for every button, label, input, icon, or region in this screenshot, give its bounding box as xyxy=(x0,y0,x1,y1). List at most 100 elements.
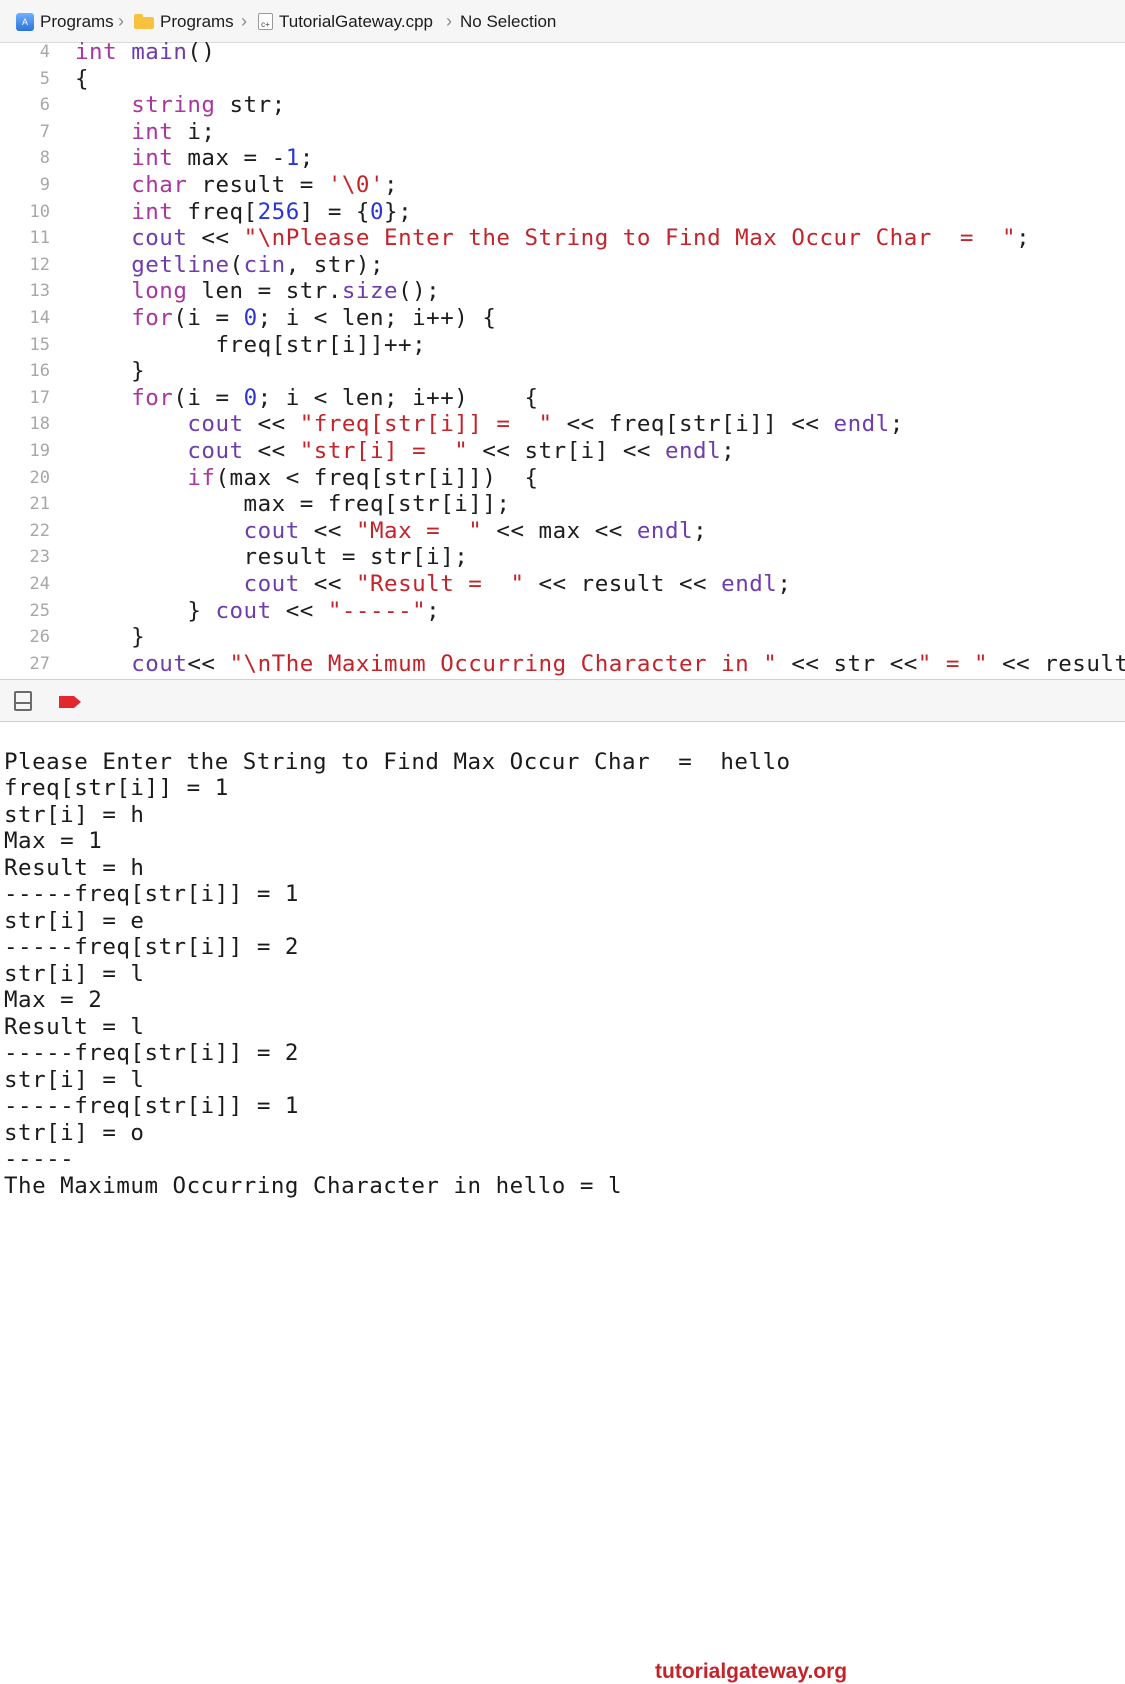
code-token: ; xyxy=(1016,225,1031,252)
code-token: << xyxy=(243,438,300,464)
code-line[interactable]: 21 max = freq[str[i]]; xyxy=(0,491,1125,518)
code-line[interactable]: 10 int freq[256] = {0}; xyxy=(0,199,1125,226)
code-token: << freq[str[i]] << xyxy=(552,411,834,438)
code-line[interactable]: 15 freq[str[i]]++; xyxy=(0,332,1125,359)
line-number: 21 xyxy=(29,494,50,515)
breadcrumb-file[interactable]: c+ TutorialGateway.cpp xyxy=(258,0,433,43)
code-line[interactable]: 12 getline(cin, str); xyxy=(0,252,1125,279)
code-token: ] = { xyxy=(299,198,370,225)
cpp-file-icon: c+ xyxy=(258,13,273,30)
code-token: "-----" xyxy=(327,597,427,624)
code-line[interactable]: 19 cout << "str[i] = " << str[i] << endl… xyxy=(0,438,1125,465)
code-line[interactable]: 22 cout << "Max = " << max << endl; xyxy=(0,518,1125,545)
code-line[interactable]: 16 } xyxy=(0,358,1125,385)
breakpoint-toggle-icon[interactable] xyxy=(58,695,82,709)
breadcrumb-folder-label: Programs xyxy=(160,11,234,31)
code-line[interactable]: 4 int main() xyxy=(0,39,1125,66)
console-line: -----freq[str[i]] = 1 xyxy=(4,881,299,907)
line-number: 12 xyxy=(29,254,50,275)
console-line: -----freq[str[i]] = 2 xyxy=(4,1040,299,1066)
code-token: << xyxy=(187,225,244,252)
hide-debug-area-icon[interactable] xyxy=(14,691,32,711)
code-token: int xyxy=(131,198,174,225)
chevron-right-icon: › xyxy=(118,11,124,31)
code-line[interactable]: 11 cout << "\nPlease Enter the String to… xyxy=(0,225,1125,252)
console-line: Result = h xyxy=(4,854,145,881)
code-token: endl xyxy=(833,411,890,438)
code-text: } xyxy=(75,358,145,385)
code-token: } xyxy=(75,624,146,651)
code-token: cout xyxy=(243,517,300,544)
line-number: 27 xyxy=(29,653,50,674)
console-line: str[i] = l xyxy=(4,960,145,987)
code-line[interactable]: 20 if(max < freq[str[i]]) { xyxy=(0,465,1125,492)
code-token: max = - xyxy=(173,145,286,172)
code-text: cout<< "\nThe Maximum Occurring Characte… xyxy=(75,651,1125,678)
console-line: Max = 1 xyxy=(4,828,103,854)
code-token: getline xyxy=(131,251,230,278)
code-token: ; xyxy=(721,438,736,464)
code-token: result = xyxy=(187,172,328,198)
code-token: " = " xyxy=(917,650,989,677)
code-line[interactable]: 9 char result = '\0'; xyxy=(0,172,1125,199)
code-token: } xyxy=(75,597,216,624)
code-line[interactable]: 23 result = str[i]; xyxy=(0,544,1125,571)
code-line[interactable]: 17 for(i = 0; i < len; i++) { xyxy=(0,385,1125,412)
console-line: str[i] = o xyxy=(4,1119,145,1146)
code-line[interactable]: 7 int i; xyxy=(0,119,1125,146)
code-line[interactable]: 27 cout<< "\nThe Maximum Occurring Chara… xyxy=(0,651,1125,678)
code-token: ( xyxy=(229,251,244,278)
code-line[interactable]: 18 cout << "freq[str[i]] = " << freq[str… xyxy=(0,411,1125,438)
line-number: 22 xyxy=(29,520,50,541)
line-number: 16 xyxy=(29,361,50,382)
code-text: int i; xyxy=(75,119,215,146)
code-token: { xyxy=(75,65,90,92)
code-token: for xyxy=(131,384,174,411)
code-token: "\nThe Maximum Occurring Character in " xyxy=(229,650,778,677)
code-text: cout << "\nPlease Enter the String to Fi… xyxy=(75,225,1030,252)
code-token: << xyxy=(243,411,300,438)
code-token: << result; xyxy=(1002,650,1125,677)
code-line[interactable]: 26 } xyxy=(0,624,1125,651)
code-token: << xyxy=(299,517,356,544)
code-token: << max << xyxy=(482,517,637,544)
code-editor[interactable]: 4 int main() 5{6 string str; 7 int i; 8 int … xyxy=(0,39,1125,679)
line-number: 5 xyxy=(39,68,50,89)
breadcrumb-bar: A Programs › Programs › c+ TutorialGatew… xyxy=(0,0,1125,43)
code-text: char result = '\0'; xyxy=(75,172,398,199)
code-line[interactable]: 24 cout << "Result = " << result << endl… xyxy=(0,571,1125,598)
line-number: 15 xyxy=(29,334,50,355)
code-line[interactable]: 5{ xyxy=(0,66,1125,93)
code-line[interactable]: 6 string str; xyxy=(0,92,1125,119)
code-line[interactable]: 14 for(i = 0; i < len; i++) { xyxy=(0,305,1125,332)
code-token: char xyxy=(131,172,188,198)
code-token: "str[i] = " xyxy=(299,438,469,464)
code-line[interactable]: 8 int max = -1; xyxy=(0,145,1125,172)
console-line: str[i] = e xyxy=(4,907,145,934)
code-token: << xyxy=(299,571,356,597)
code-token: cout xyxy=(187,411,244,438)
console-output[interactable]: tutorialgateway.org Please Enter the Str… xyxy=(0,722,1125,1683)
code-token: len = str. xyxy=(187,278,342,305)
code-line[interactable]: 13 long len = str.size(); xyxy=(0,278,1125,305)
code-token: cout xyxy=(187,438,244,464)
line-number: 17 xyxy=(29,387,50,408)
code-token: << xyxy=(271,597,328,624)
breadcrumb-selection[interactable]: No Selection xyxy=(460,0,556,43)
debug-bar xyxy=(0,679,1125,722)
breadcrumb-project[interactable]: A Programs xyxy=(16,0,114,43)
code-token: i; xyxy=(173,118,216,145)
code-line[interactable]: 25 } cout << "-----"; xyxy=(0,598,1125,625)
code-token: 256 xyxy=(257,198,300,225)
code-token: int xyxy=(75,39,118,65)
code-token: << str << xyxy=(777,650,918,677)
breadcrumb-folder[interactable]: Programs xyxy=(134,0,234,43)
console-line: freq[str[i]] = 1 xyxy=(4,775,229,801)
code-text: int freq[256] = {0}; xyxy=(75,199,412,226)
code-token: size xyxy=(341,278,399,305)
